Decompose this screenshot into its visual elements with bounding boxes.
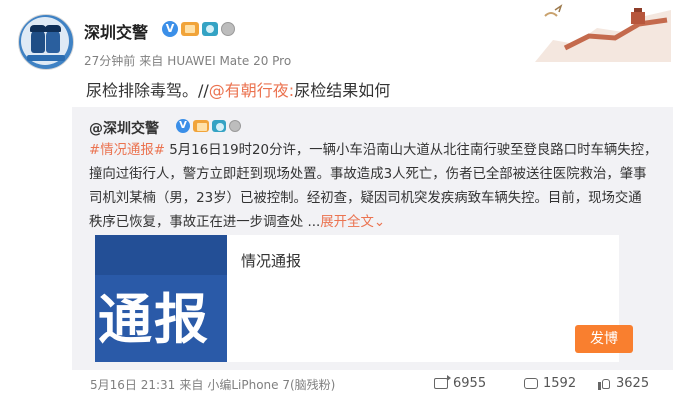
repost-count: 6955 [453, 376, 487, 391]
verified-icon[interactable]: V [176, 119, 190, 133]
post-text-after: 尿检结果如何 [294, 81, 391, 100]
retweet-source: 小编LiPhone 7(脑残粉) [207, 378, 336, 392]
retweet-line-2: 撞向过街行人，警方立即赶到现场处置。事故造成3人死亡，伤者已全部被送往医院救治，… [89, 167, 647, 182]
avatar-cap-left [30, 25, 46, 32]
retweet-line-1: #情况通报# 5月16日19时20分许，一辆小车沿南山大道从北往南行驶至登良路口… [89, 139, 669, 163]
expand-full-text-link[interactable]: 展开全文⌄ [320, 215, 385, 230]
card-title[interactable]: 情况通报 [241, 250, 301, 271]
post-device: HUAWEI Mate 20 Pro [167, 54, 292, 68]
comment-button[interactable]: 1592 [524, 376, 576, 391]
comment-count: 1592 [543, 376, 577, 391]
link-card[interactable]: 通报 情况通报 发博 [95, 235, 633, 362]
retweet-line-3: 司机刘某楠（男，23岁）已被控制。经初查，疑因司机突发疾病致车辆失控。目前，现场… [89, 191, 642, 206]
retweet-line-1-text: 5月16日19时20分许，一辆小车沿南山大道从北往南行驶至登良路口时车辆失控， [165, 143, 658, 158]
retweet-source-prefix: 来自 [179, 378, 204, 392]
retweet-line-4-text: 秩序已恢复，事故正在进一步调查处 ... [89, 215, 321, 230]
retweet-date[interactable]: 5月16日 21:31 [90, 378, 175, 392]
post-time[interactable]: 27分钟前 [84, 54, 135, 68]
weibo-post: 深圳交警 V 27分钟前 来自 HUAWEI Mate 20 Pro 尿检排除毒驾。… [0, 0, 673, 411]
comment-icon [524, 378, 538, 389]
avatar-cap-right [45, 25, 61, 32]
mention-link[interactable]: @有朝行夜: [209, 81, 294, 100]
like-count: 3625 [616, 376, 650, 391]
author-avatar[interactable] [18, 14, 74, 70]
retweet-line-4: 秩序已恢复，事故正在进一步调查处 ...展开全文⌄ [89, 211, 669, 235]
vip-icon[interactable] [193, 120, 209, 132]
post-meta: 27分钟前 来自 HUAWEI Mate 20 Pro [84, 52, 295, 69]
like-button[interactable]: 3625 [598, 376, 649, 391]
avatar-figure-right [46, 29, 60, 53]
vip-icon[interactable] [181, 22, 199, 36]
avatar-banner [27, 55, 65, 61]
card-thumbnail: 通报 [95, 235, 227, 362]
medal-icon[interactable] [229, 120, 241, 132]
post-text-main: 尿检排除毒驾。// [86, 81, 209, 100]
retweet-author[interactable]: @深圳交警 [89, 118, 159, 138]
expand-label: 展开全文 [320, 215, 374, 230]
chevron-down-icon: ⌄ [373, 215, 386, 230]
topic-tag[interactable]: #情况通报# [89, 143, 165, 158]
card-thumbnail-stripe [95, 235, 227, 275]
post-button[interactable]: 发博 [575, 325, 633, 353]
post-content: 尿检排除毒驾。//@有朝行夜:尿检结果如何 [86, 77, 390, 101]
repost-icon [434, 375, 451, 389]
author-name[interactable]: 深圳交警 [84, 19, 148, 43]
post-source-prefix: 来自 [139, 54, 164, 68]
like-icon [598, 378, 611, 390]
retweet-text: #情况通报# 5月16日19时20分许，一辆小车沿南山大道从北往南行驶至登良路口… [89, 139, 669, 235]
retweet-box[interactable]: @深圳交警 V #情况通报# 5月16日19时20分许，一辆小车沿南山大道从北往… [72, 107, 673, 370]
camera-icon[interactable] [212, 120, 226, 132]
medal-icon[interactable] [221, 22, 235, 36]
avatar-figure-left [31, 29, 45, 53]
great-wall-decoration [535, 4, 671, 62]
retweet-footer-meta: 5月16日 21:31 来自 小编LiPhone 7(脑残粉) [90, 376, 339, 393]
camera-icon[interactable] [202, 22, 218, 36]
verified-icon[interactable]: V [162, 21, 178, 37]
retweet-author-badges: V [176, 119, 241, 133]
card-thumbnail-text: 通报 [98, 288, 210, 351]
author-badges: V [162, 21, 235, 37]
repost-button[interactable]: 6955 [434, 375, 487, 391]
